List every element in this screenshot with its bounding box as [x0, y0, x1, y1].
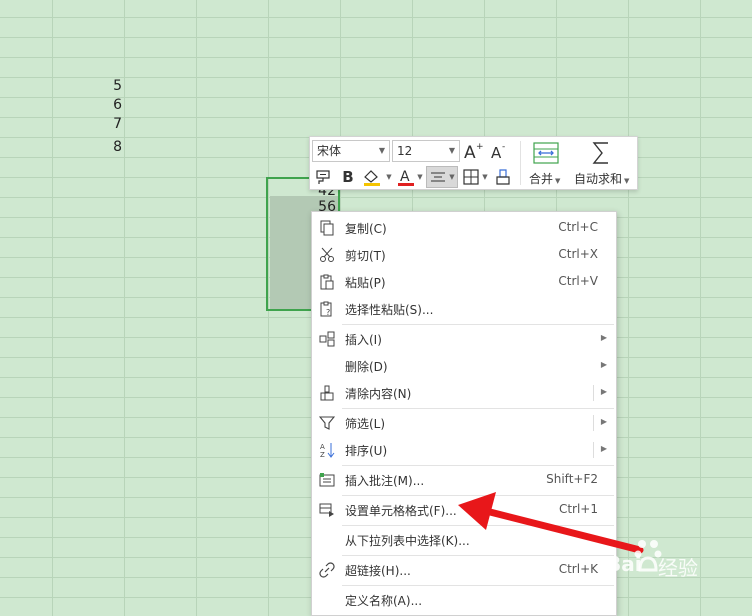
annotation-arrow-icon	[458, 492, 644, 554]
watermark-suffix: 经验	[658, 556, 698, 580]
